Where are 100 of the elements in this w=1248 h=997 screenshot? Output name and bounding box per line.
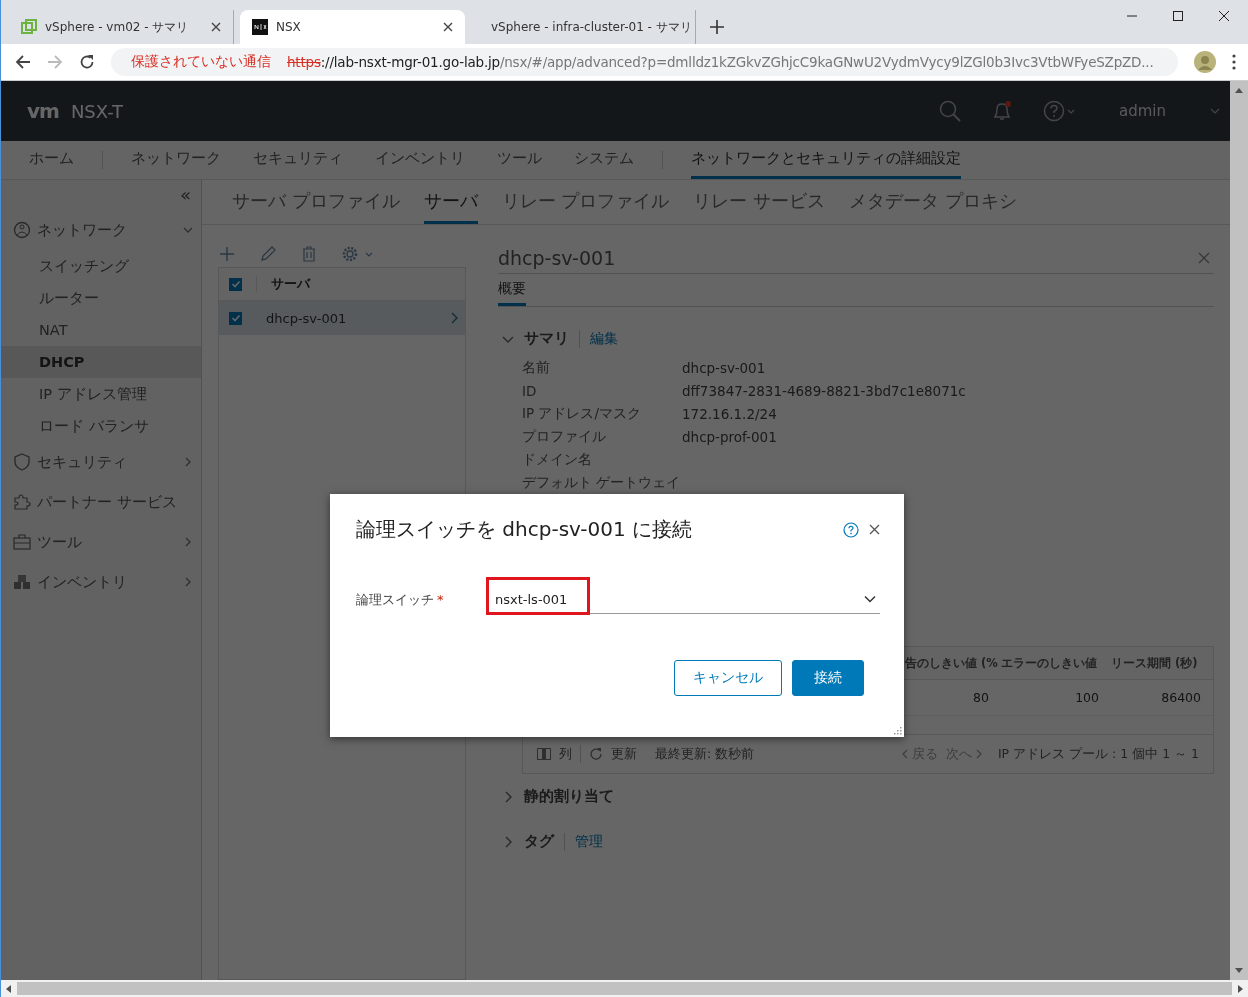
close-icon[interactable]	[443, 22, 453, 32]
scroll-up-icon[interactable]	[1235, 87, 1243, 93]
server-name: dhcp-sv-001	[266, 310, 348, 326]
resize-grip-icon[interactable]	[893, 726, 902, 735]
server-row[interactable]: dhcp-sv-001	[219, 301, 465, 335]
search-icon[interactable]	[939, 100, 961, 122]
tab[interactable]: サーバ	[423, 180, 478, 224]
column-header[interactable]: エラーのしきい値	[1001, 655, 1111, 671]
scrollbar[interactable]	[1230, 81, 1248, 980]
bell-icon[interactable]	[991, 100, 1013, 122]
maximize-icon[interactable]	[1172, 10, 1184, 22]
column-header[interactable]: リース期間 (秒)	[1111, 655, 1213, 671]
sidebar-group[interactable]: ネットワーク	[1, 210, 201, 250]
field-label: IP アドレス/マスク	[522, 404, 642, 423]
chevron-icon	[183, 457, 193, 467]
edit-link[interactable]: 編集	[590, 329, 618, 348]
chevron-icon	[183, 577, 193, 587]
user-menu[interactable]: admin	[1119, 102, 1166, 120]
table-cell-text: 86400	[1160, 690, 1202, 705]
sidebar-group[interactable]: インベントリ	[1, 562, 201, 602]
column-header[interactable]: サーバ	[271, 275, 310, 293]
edit-icon[interactable]	[260, 246, 276, 262]
columns-icon[interactable]	[537, 748, 551, 760]
scroll-right-icon[interactable]	[1238, 984, 1244, 993]
sidebar-item[interactable]: ルーター	[1, 282, 201, 314]
new-tab-icon[interactable]	[710, 20, 724, 34]
scroll-left-icon[interactable]	[5, 984, 11, 993]
chevron-icon	[864, 595, 876, 603]
url-text[interactable]: https://lab-nsxt-mgr-01.go-lab.jp/nsx/#/app/advanced?p=dmlldz1kZGkvZGhjcC9kaGNwU2VydmVycy9lZGl0b3Ivc3VtbWFyeSZpZD...	[287, 54, 1154, 70]
connect-button[interactable]: 接続	[792, 660, 864, 696]
puzzle-icon	[13, 493, 31, 511]
caret-icon[interactable]	[1210, 106, 1220, 116]
vm-logo: vm	[27, 99, 59, 123]
last-updated: 最終更新: 数秒前	[655, 745, 755, 763]
reload-icon[interactable]	[79, 54, 95, 70]
detail-title: dhcp-sv-001	[498, 247, 616, 269]
checkbox[interactable]	[229, 311, 242, 325]
tab[interactable]: 概要	[498, 274, 526, 306]
close-icon[interactable]	[211, 22, 221, 32]
close-icon[interactable]	[869, 524, 880, 535]
chevron-right-icon	[975, 749, 982, 759]
sidebar-group[interactable]: セキュリティ	[1, 442, 201, 482]
collapse-button[interactable]: «	[1, 180, 201, 210]
field-value: 172.16.1.2/24	[682, 405, 777, 422]
refresh-button[interactable]: 更新	[611, 745, 637, 763]
field-label: デフォルト ゲートウェイ	[522, 473, 682, 492]
browser-tab[interactable]: NSX	[240, 10, 465, 44]
nav-tab[interactable]: ネットワーク	[131, 141, 221, 179]
nsx-favicon-icon	[252, 19, 268, 35]
shield-icon	[13, 453, 31, 471]
tab[interactable]: リレー プロファイル	[501, 180, 670, 224]
vsphere-favicon-icon	[21, 19, 37, 35]
product-name: NSX-T	[70, 100, 124, 122]
nav-tab[interactable]: ホーム	[29, 141, 74, 179]
avatar-icon[interactable]	[1194, 51, 1216, 73]
sidebar-item[interactable]: スイッチング	[1, 250, 201, 282]
tab[interactable]: メタデータ プロキシ	[849, 180, 1017, 224]
field-value: dff73847-2831-4689-8821-3bd7c1e8071c	[682, 382, 966, 399]
cubes-icon	[13, 573, 31, 591]
chevron-icon	[451, 312, 459, 324]
field-label: 論理スイッチ *	[356, 590, 445, 609]
nav-tab[interactable]: セキュリティ	[253, 141, 343, 179]
nav-tab[interactable]: ツール	[497, 141, 542, 179]
toolbox-icon	[13, 533, 31, 551]
sidebar-item[interactable]: IP アドレス管理	[1, 378, 201, 410]
tab[interactable]: サーバ プロファイル	[232, 180, 400, 224]
field-value: dhcp-prof-001	[682, 428, 777, 445]
help-icon[interactable]	[1043, 100, 1075, 122]
columns-button[interactable]: 列	[559, 745, 572, 763]
menu-icon[interactable]	[1232, 54, 1236, 70]
help-icon[interactable]	[843, 521, 859, 538]
sidebar-item[interactable]: DHCP	[1, 346, 201, 378]
sidebar-group[interactable]: パートナー サービス	[1, 482, 201, 522]
section-title: 静的割り当て	[524, 787, 614, 806]
field-label: ID	[522, 382, 538, 399]
tab[interactable]: リレー サービス	[693, 180, 826, 224]
sidebar-item[interactable]: NAT	[1, 314, 201, 346]
nav-tab[interactable]: システム	[574, 141, 634, 179]
dialog-title: 論理スイッチを dhcp-sv-001 に接続	[356, 516, 694, 543]
column-header[interactable]: 告のしきい値 (%	[905, 655, 1001, 671]
scrollbar[interactable]	[1, 980, 1248, 997]
table-cell-text: 100	[1074, 690, 1100, 705]
field-label: 名前	[522, 358, 551, 377]
sidebar-item[interactable]: ロード バランサ	[1, 410, 201, 442]
chevron-left-icon	[901, 749, 908, 759]
manage-link[interactable]: 管理	[575, 832, 603, 851]
cancel-button[interactable]: キャンセル	[674, 660, 782, 696]
checkbox[interactable]	[229, 277, 242, 291]
field-label: ドメイン名	[522, 450, 593, 469]
add-icon[interactable]	[220, 247, 234, 261]
close-icon[interactable]	[1218, 10, 1230, 22]
refresh-icon[interactable]	[589, 747, 603, 761]
gear-icon[interactable]	[342, 246, 374, 262]
table-cell-text: 80	[972, 690, 990, 705]
back-icon[interactable]	[15, 54, 31, 70]
security-warning[interactable]: 保護されていない通信	[131, 53, 271, 71]
trash-icon[interactable]	[302, 246, 316, 262]
nav-tab[interactable]: インベントリ	[375, 141, 465, 179]
scroll-down-icon[interactable]	[1235, 968, 1243, 974]
sidebar-group[interactable]: ツール	[1, 522, 201, 562]
